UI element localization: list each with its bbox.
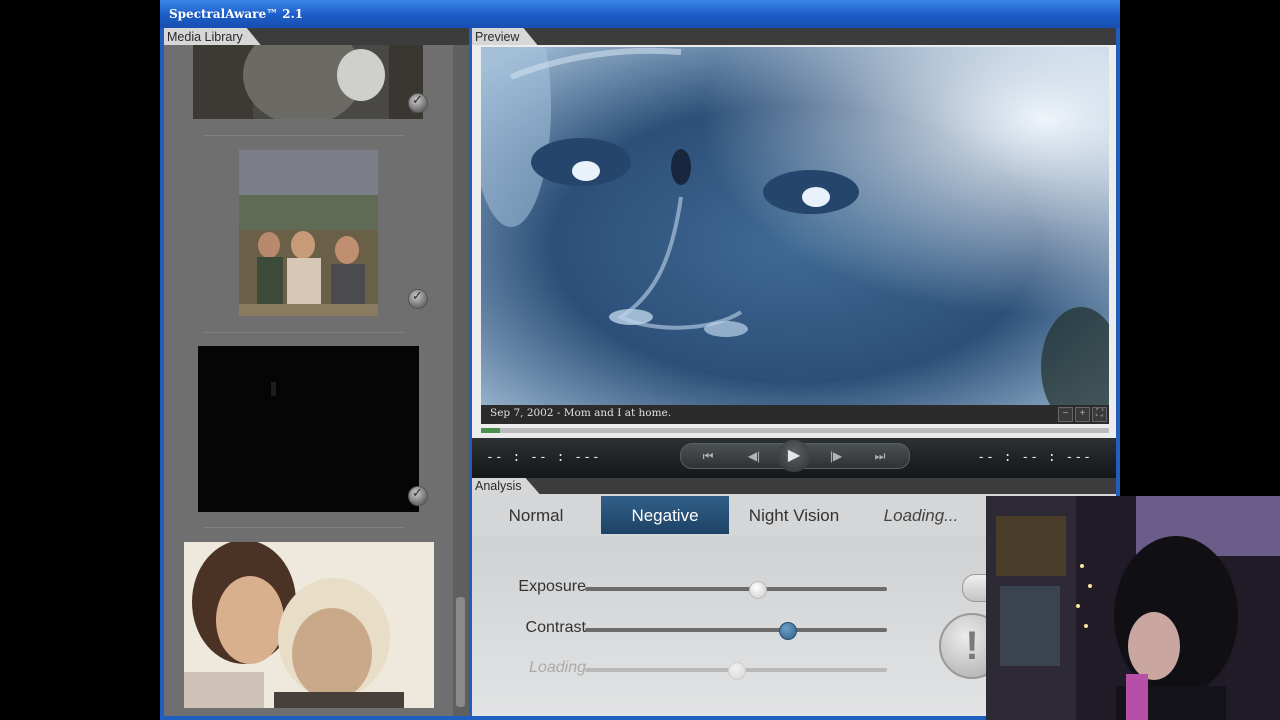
tab-normal[interactable]: Normal bbox=[472, 496, 600, 534]
preview-panel: Preview Sep 7, 2002 - Mom and I at home.… bbox=[472, 28, 1116, 478]
media-library-label: Media Library bbox=[164, 28, 261, 45]
check-icon[interactable] bbox=[408, 93, 428, 113]
preview-frame: Sep 7, 2002 - Mom and I at home. − + ⛶ bbox=[472, 45, 1116, 458]
check-icon[interactable] bbox=[408, 289, 428, 309]
app-title: SpectralAware™ 2.1 bbox=[169, 7, 304, 21]
tab-negative[interactable]: Negative bbox=[601, 496, 729, 534]
playback-controls: -- : -- : --- ⏮ ◀| ▶ |▶ ⏭ -- : -- : --- bbox=[472, 438, 1116, 478]
media-library-header: Media Library bbox=[164, 28, 469, 45]
webcam-overlay bbox=[986, 496, 1280, 720]
play-icon[interactable]: ▶ bbox=[777, 440, 811, 472]
caption-bar: Sep 7, 2002 - Mom and I at home. − + ⛶ bbox=[481, 405, 1109, 424]
preview-label: Preview bbox=[472, 28, 537, 45]
time-elapsed: -- : -- : --- bbox=[486, 450, 601, 465]
contrast-slider-handle[interactable] bbox=[779, 622, 798, 640]
scrollbar-thumb[interactable] bbox=[456, 597, 465, 707]
zoom-out-icon[interactable]: − bbox=[1058, 407, 1073, 422]
tab-night-vision[interactable]: Night Vision bbox=[730, 496, 858, 534]
media-library-list bbox=[164, 45, 453, 716]
step-back-icon[interactable]: ◀| bbox=[741, 444, 767, 468]
preview-video[interactable] bbox=[481, 47, 1109, 405]
check-icon[interactable] bbox=[408, 486, 428, 506]
title-bar[interactable]: SpectralAware™ 2.1 bbox=[160, 0, 1120, 28]
media-library-panel: Media Library bbox=[164, 28, 469, 716]
exposure-slider-handle[interactable] bbox=[749, 581, 768, 599]
exposure-slider[interactable] bbox=[585, 581, 887, 599]
tab-loading[interactable]: Loading... bbox=[859, 496, 983, 534]
thumbnail-dark-photo[interactable] bbox=[198, 346, 419, 512]
playback-progress-bar[interactable] bbox=[481, 428, 1109, 433]
playback-progress-fill bbox=[481, 428, 500, 433]
loading-slider-label: Loading bbox=[529, 659, 586, 676]
loading-slider-handle bbox=[728, 662, 746, 680]
analysis-header: Analysis bbox=[472, 478, 1116, 494]
transport-bar: ⏮ ◀| ▶ |▶ ⏭ bbox=[680, 440, 910, 472]
preview-caption: Sep 7, 2002 - Mom and I at home. bbox=[490, 407, 672, 419]
exposure-label: Exposure bbox=[518, 578, 586, 595]
zoom-in-icon[interactable]: + bbox=[1075, 407, 1090, 422]
contrast-slider[interactable] bbox=[585, 622, 887, 640]
loading-slider bbox=[585, 662, 887, 680]
zoom-controls: − + ⛶ bbox=[1058, 407, 1107, 422]
divider bbox=[204, 527, 404, 528]
thumbnail-women-portrait[interactable] bbox=[184, 542, 434, 708]
thumbnail-partial-photo[interactable] bbox=[193, 45, 423, 119]
preview-header: Preview bbox=[472, 28, 1116, 45]
skip-forward-icon[interactable]: ⏭ bbox=[867, 444, 893, 468]
analysis-label: Analysis bbox=[472, 478, 540, 494]
fullscreen-icon[interactable]: ⛶ bbox=[1092, 407, 1107, 422]
skip-back-icon[interactable]: ⏮ bbox=[695, 444, 721, 468]
divider bbox=[204, 135, 404, 136]
contrast-label: Contrast bbox=[525, 619, 586, 636]
thumbnail-family-photo[interactable] bbox=[239, 150, 378, 316]
step-forward-icon[interactable]: |▶ bbox=[823, 444, 849, 468]
time-total: -- : -- : --- bbox=[977, 450, 1092, 465]
media-library-scrollbar[interactable] bbox=[453, 45, 469, 716]
divider bbox=[204, 332, 404, 333]
